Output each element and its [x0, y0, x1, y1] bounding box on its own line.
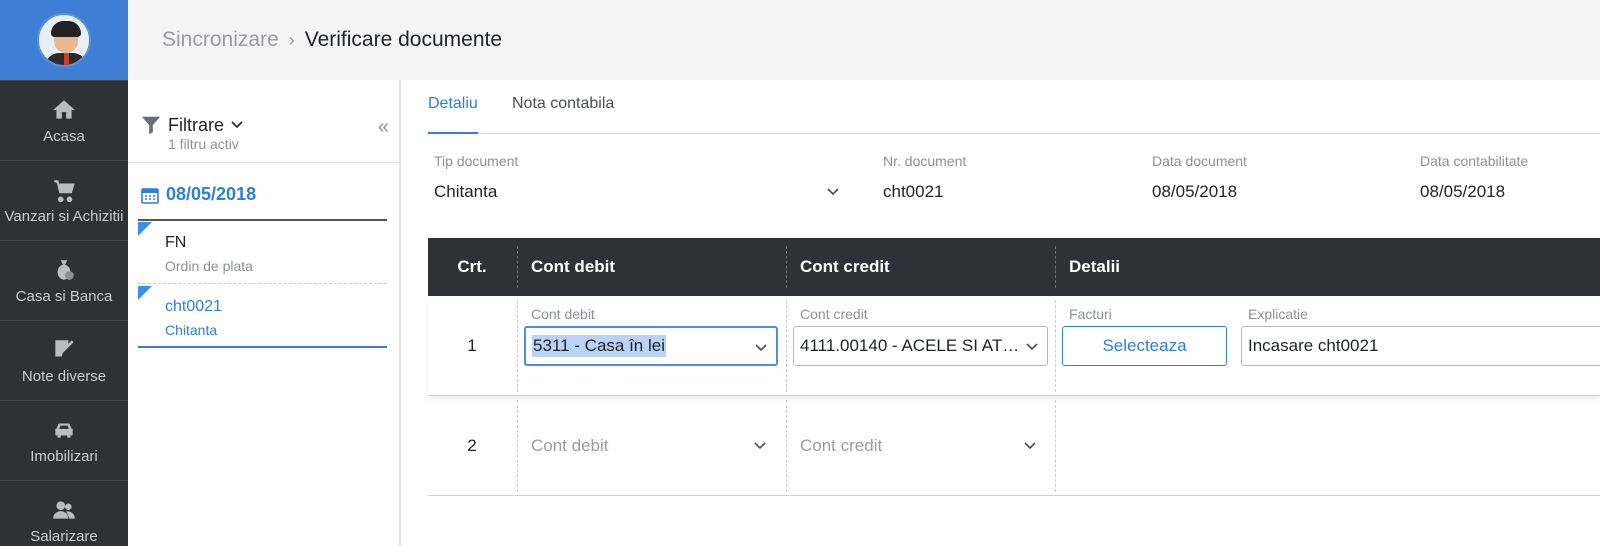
data-document-field[interactable]: 08/05/2018	[1152, 182, 1237, 202]
cont-credit-select[interactable]: 4111.00140 - ACELE SI AT…	[793, 326, 1048, 366]
cont-debit-select[interactable]: 5311 - Casa în lei	[524, 326, 778, 366]
tip-document-select[interactable]: Chitanta	[434, 182, 497, 202]
chevron-down-icon[interactable]	[826, 185, 840, 199]
col-cont-debit: Cont debit	[531, 257, 616, 276]
explicatie-label: Explicatie	[1248, 306, 1308, 322]
column-divider	[1055, 400, 1056, 492]
tab-detaliu[interactable]: Detaliu	[428, 95, 478, 134]
row-number: 2	[467, 436, 477, 455]
cont-credit-label: Cont credit	[800, 306, 868, 322]
table-row: 2 Cont debit Cont credit	[428, 396, 1600, 496]
filter-title: Filtrare	[168, 114, 225, 135]
date-group-header: 08/05/2018	[140, 184, 256, 205]
table-header: Crt. Cont debit Cont credit Detalii	[428, 238, 1600, 296]
document-list-item-selected[interactable]: cht0021 Chitanta	[138, 286, 387, 348]
col-cont-credit: Cont credit	[800, 257, 890, 276]
document-type: Chitanta	[165, 322, 218, 338]
nav-item-label: Imobilizari	[30, 447, 98, 465]
nav-item-label: Note diverse	[21, 367, 107, 385]
nav-item-casa-banca[interactable]: Casa si Banca	[0, 240, 128, 320]
filter-subtitle: 1 filtru activ	[168, 136, 239, 152]
main-content: Detaliu Nota contabila Tip document Chit…	[400, 80, 1600, 546]
cart-icon	[54, 179, 75, 202]
cont-credit-value: 4111.00140 - ACELE SI AT…	[800, 336, 1020, 355]
explicatie-value: Incasare cht0021	[1248, 336, 1379, 355]
nav-item-salarizare[interactable]: Salarizare	[0, 480, 128, 546]
cont-debit-label: Cont debit	[531, 306, 595, 322]
chevron-right-icon: ›	[288, 29, 295, 50]
tip-document-label: Tip document	[434, 153, 519, 169]
chevron-down-icon[interactable]	[1023, 439, 1037, 453]
column-divider	[1055, 246, 1056, 288]
data-contabilitate-field[interactable]: 08/05/2018	[1420, 182, 1505, 202]
filter-toggle[interactable]: Filtrare	[140, 114, 387, 136]
tab-nota-contabila[interactable]: Nota contabila	[512, 95, 614, 125]
table-row: 1 Cont debit 5311 - Casa în lei Cont cre…	[428, 296, 1600, 396]
tab-bar: Detaliu Nota contabila	[428, 80, 1600, 134]
cont-debit-value: 5311 - Casa în lei	[532, 335, 666, 357]
chevron-down-icon	[755, 344, 767, 352]
nav-item-imobilizari[interactable]: Imobilizari	[0, 400, 128, 480]
breadcrumb-parent[interactable]: Sincronizare	[162, 28, 279, 52]
filter-header: Filtrare 1 filtru activ	[140, 114, 387, 152]
column-divider	[786, 400, 787, 492]
column-divider	[517, 400, 518, 492]
collapse-panel-icon[interactable]: «	[378, 116, 389, 139]
data-document-label: Data document	[1152, 153, 1247, 169]
note-check-icon	[55, 339, 74, 356]
selecteaza-button[interactable]: Selecteaza	[1062, 326, 1227, 366]
data-contabilitate-label: Data contabilitate	[1420, 153, 1529, 169]
nr-document-field[interactable]: cht0021	[883, 182, 944, 202]
nav-item-label: Salarizare	[30, 527, 98, 545]
home-icon	[53, 99, 75, 119]
page-title: Verificare documente	[304, 28, 503, 51]
user-area	[0, 0, 128, 80]
funnel-icon	[141, 116, 161, 135]
nav-item-label: Acasa	[43, 127, 85, 145]
nav-item-label: Vanzari si Achizitii	[4, 207, 124, 225]
document-number: FN	[165, 234, 187, 251]
nav-item-vanzari[interactable]: Vanzari si Achizitii	[0, 160, 128, 240]
column-divider	[786, 300, 787, 392]
car-icon	[55, 423, 73, 438]
document-number: cht0021	[165, 298, 222, 315]
cont-debit-select[interactable]: Cont debit	[531, 436, 609, 456]
facturi-label: Facturi	[1069, 306, 1112, 322]
chevron-down-icon	[231, 121, 243, 129]
nav-item-acasa[interactable]: Acasa	[0, 80, 128, 160]
col-crt: Crt.	[457, 257, 487, 276]
nav-item-label: Casa si Banca	[15, 287, 113, 305]
chevron-down-icon	[1026, 343, 1038, 351]
breadcrumb: Sincronizare › Verificare documente	[128, 0, 1600, 80]
nr-document-label: Nr. document	[883, 153, 967, 169]
app: Acasa Vanzari si Achizitii Casa si Banca…	[0, 0, 1600, 546]
divider	[138, 219, 387, 221]
document-type: Ordin de plata	[165, 258, 253, 274]
explicatie-input[interactable]: Incasare cht0021	[1241, 326, 1600, 366]
avatar[interactable]	[37, 13, 91, 67]
document-list-item[interactable]: FN Ordin de plata	[138, 222, 387, 284]
column-divider	[517, 246, 518, 288]
corner-flag-icon	[138, 222, 152, 236]
column-divider	[1055, 300, 1056, 392]
main-nav: Acasa Vanzari si Achizitii Casa si Banca…	[0, 0, 128, 546]
filter-panel: Filtrare 1 filtru activ « 08/05/2018 FN …	[128, 80, 400, 546]
people-icon	[53, 500, 75, 519]
column-divider	[786, 246, 787, 288]
money-bag-icon	[57, 259, 74, 280]
col-detalii: Detalii	[1069, 257, 1121, 276]
divider	[128, 162, 399, 163]
column-divider	[517, 300, 518, 392]
entries-table: Crt. Cont debit Cont credit Detalii 1 Co…	[428, 238, 1600, 496]
chevron-down-icon[interactable]	[753, 439, 767, 453]
date-group-label: 08/05/2018	[166, 184, 257, 204]
corner-flag-icon	[138, 286, 152, 300]
calendar-icon	[141, 187, 159, 204]
cont-credit-select[interactable]: Cont credit	[800, 436, 882, 456]
row-number: 1	[467, 336, 477, 355]
nav-item-note-diverse[interactable]: Note diverse	[0, 320, 128, 400]
